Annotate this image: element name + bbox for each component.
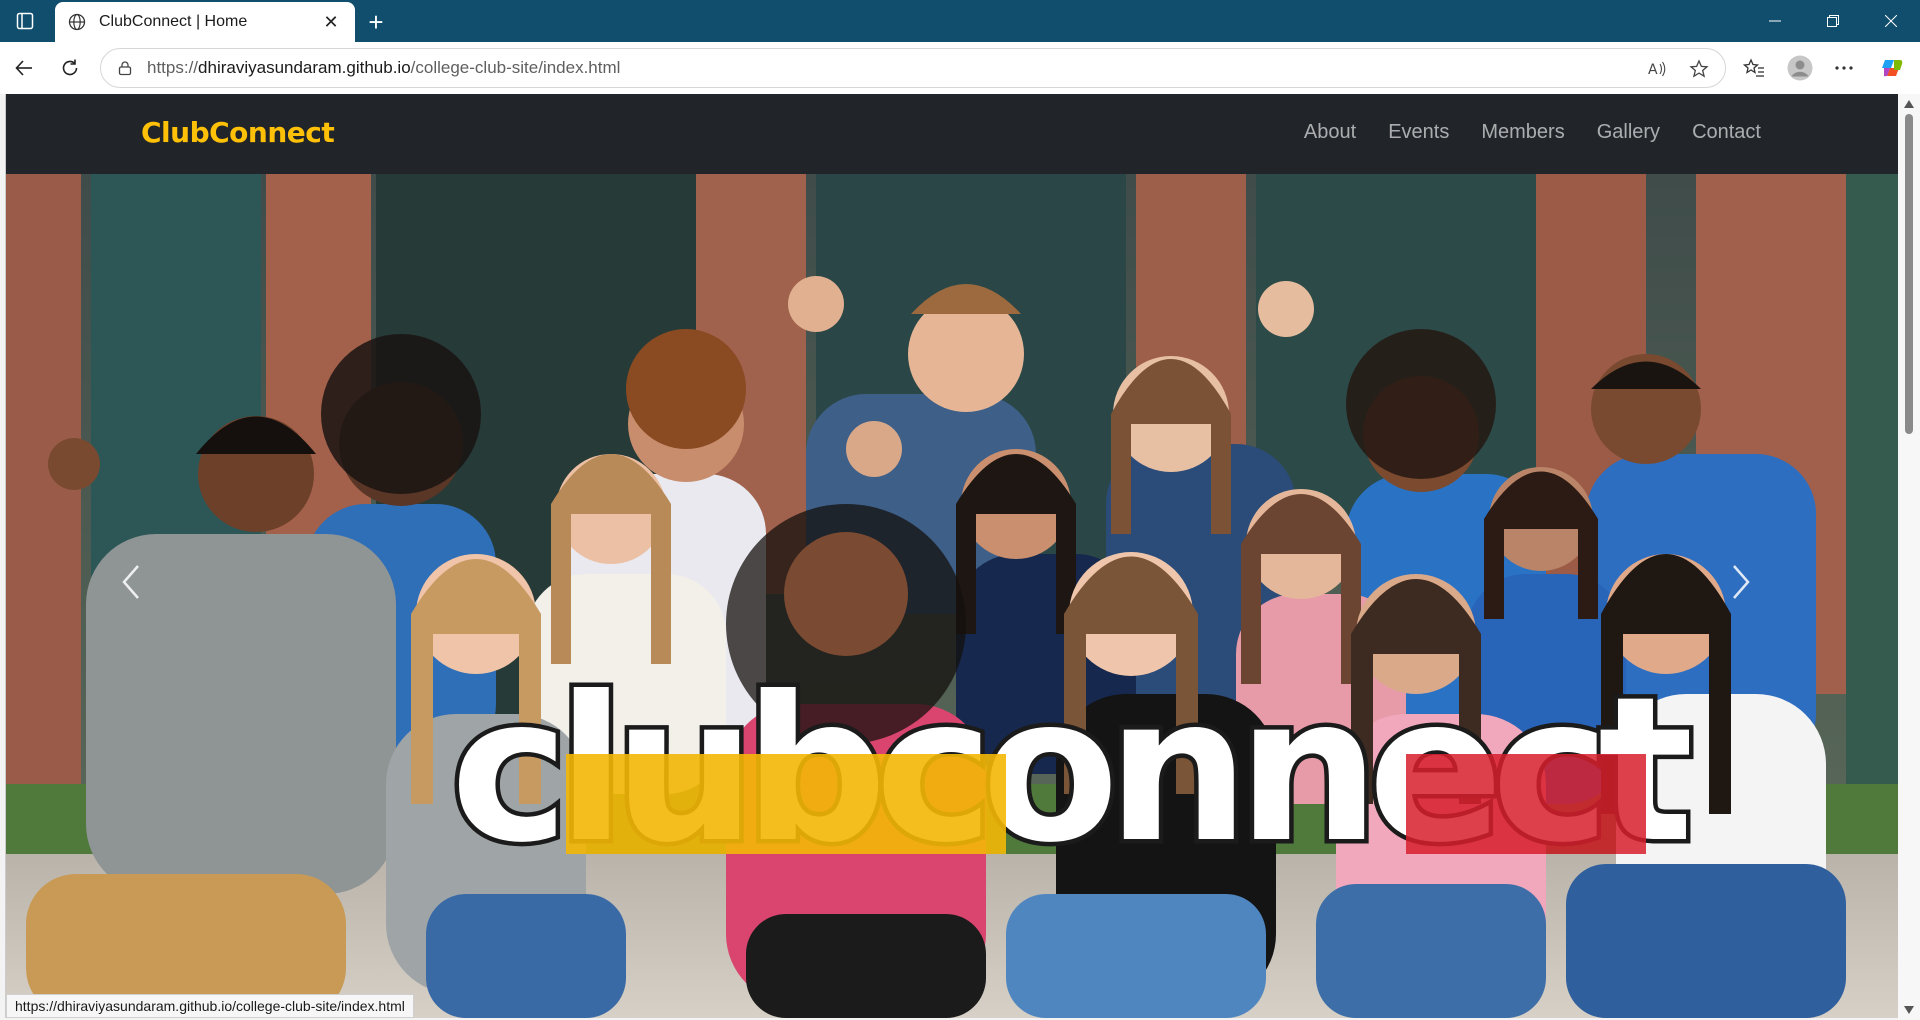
sidebar-toggle-icon[interactable] (10, 9, 40, 33)
nav-gallery[interactable]: Gallery (1597, 121, 1660, 144)
refresh-icon[interactable] (54, 52, 86, 84)
nav-links: About Events Members Gallery Contact (1304, 121, 1761, 144)
hero-carousel: clubconnect (6, 174, 1898, 1018)
hero-photo: clubconnect (6, 174, 1898, 1018)
back-icon[interactable] (8, 52, 40, 84)
tab-close-icon[interactable]: ✕ (319, 10, 343, 34)
page-scrollbar[interactable] (1898, 94, 1920, 1020)
chevron-right-icon (1733, 565, 1750, 599)
favorite-star-icon[interactable] (1685, 55, 1713, 83)
carousel-prev-button[interactable] (121, 564, 181, 624)
site-navbar: ClubConnect About Events Members Gallery… (6, 94, 1898, 174)
new-tab-icon[interactable]: + (362, 7, 390, 37)
read-aloud-icon[interactable]: A (1643, 55, 1671, 83)
nav-about[interactable]: About (1304, 121, 1356, 144)
carousel-next-button[interactable] (1731, 564, 1791, 624)
browser-tab-active[interactable]: ClubConnect | Home ✕ (55, 2, 355, 42)
nav-contact[interactable]: Contact (1692, 121, 1761, 144)
profile-avatar-icon[interactable] (1784, 52, 1816, 84)
site-info-icon[interactable] (115, 58, 135, 78)
scrollbar-thumb[interactable] (1905, 114, 1913, 434)
minimize-icon[interactable] (1746, 0, 1804, 42)
url-text[interactable]: https://dhiraviyasundaram.github.io/coll… (147, 58, 620, 78)
close-window-icon[interactable] (1862, 0, 1920, 42)
tab-title: ClubConnect | Home (99, 13, 248, 30)
svg-text:A: A (1648, 62, 1658, 78)
nav-events[interactable]: Events (1388, 121, 1449, 144)
scroll-down-icon[interactable] (1903, 1004, 1915, 1016)
scroll-up-icon[interactable] (1903, 98, 1915, 110)
copilot-icon[interactable] (1876, 52, 1908, 84)
nav-members[interactable]: Members (1481, 121, 1564, 144)
status-bar-url: https://dhiraviyasundaram.github.io/coll… (6, 994, 414, 1018)
page-viewport: ClubConnect About Events Members Gallery… (5, 94, 1898, 1018)
chevron-left-icon (122, 565, 139, 599)
browser-toolbar: https://dhiraviyasundaram.github.io/coll… (0, 42, 1920, 94)
globe-icon (67, 12, 87, 32)
address-bar[interactable]: https://dhiraviyasundaram.github.io/coll… (100, 48, 1726, 88)
more-options-icon[interactable] (1828, 52, 1860, 84)
site-brand[interactable]: ClubConnect (141, 116, 335, 149)
clubconnect-logo: clubconnect (446, 650, 1707, 892)
browser-tabbar: ClubConnect | Home ✕ + (0, 0, 1920, 42)
favorites-icon[interactable] (1738, 52, 1770, 84)
restore-icon[interactable] (1804, 0, 1862, 42)
